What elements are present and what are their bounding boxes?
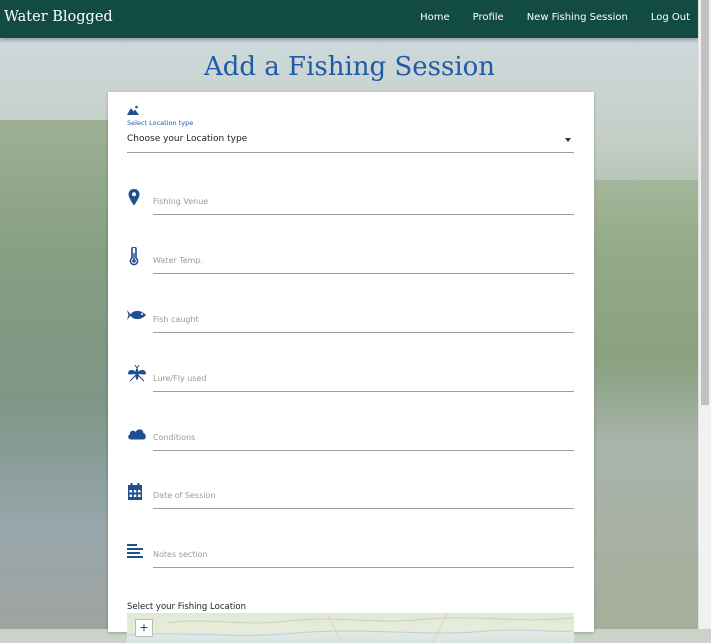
fishing-venue-input[interactable]: Fishing Venue xyxy=(153,197,574,215)
conditions-field: Conditions xyxy=(127,424,574,454)
navbar: Water Blogged Home Profile New Fishing S… xyxy=(0,0,699,38)
landscape-icon xyxy=(127,105,139,115)
nav-links: Home Profile New Fishing Session Log Out xyxy=(397,12,690,23)
map-label: Select your Fishing Location xyxy=(127,602,246,612)
fly-icon xyxy=(128,365,146,382)
calendar-icon xyxy=(128,483,142,500)
fish-caught-placeholder: Fish caught xyxy=(153,315,199,324)
brand-logo[interactable]: Water Blogged xyxy=(4,9,113,25)
date-of-session-placeholder: Date of Session xyxy=(153,491,216,500)
notes-input[interactable]: Notes section xyxy=(153,550,574,568)
location-type-label: Select Location type xyxy=(127,119,194,127)
water-temp-input[interactable]: Water Temp. xyxy=(153,256,574,274)
cloud-icon xyxy=(128,429,146,440)
fishing-venue-field: Fishing Venue xyxy=(127,188,574,218)
water-temp-field: Water Temp. xyxy=(127,247,574,277)
page-title: Add a Fishing Session xyxy=(203,52,496,82)
lure-fly-field: Lure/Fly used xyxy=(127,365,574,395)
fishing-venue-placeholder: Fishing Venue xyxy=(153,197,209,206)
fish-caught-input[interactable]: Fish caught xyxy=(153,315,574,333)
conditions-placeholder: Conditions xyxy=(153,433,196,442)
fish-caught-field: Fish caught xyxy=(127,306,574,336)
fish-icon xyxy=(127,310,146,320)
page-scrollbar[interactable] xyxy=(698,0,711,629)
notes-field: Notes section xyxy=(127,541,574,571)
nav-link-home[interactable]: Home xyxy=(420,12,450,23)
water-temp-placeholder: Water Temp. xyxy=(153,256,204,265)
location-pin-icon xyxy=(128,189,140,206)
fishing-session-form: Select Location type Choose your Locatio… xyxy=(108,92,594,643)
lure-fly-input[interactable]: Lure/Fly used xyxy=(153,374,574,392)
background-trees-left xyxy=(0,120,110,629)
conditions-input[interactable]: Conditions xyxy=(153,433,574,451)
scrollbar-thumb[interactable] xyxy=(701,0,709,405)
notes-icon xyxy=(127,544,143,558)
location-type-value: Choose your Location type xyxy=(127,134,248,144)
notes-placeholder: Notes section xyxy=(153,550,208,559)
dropdown-caret-icon xyxy=(565,138,571,142)
date-of-session-input[interactable]: Date of Session xyxy=(153,491,574,509)
thermometer-icon xyxy=(129,247,139,266)
nav-link-new-fishing-session[interactable]: New Fishing Session xyxy=(527,12,628,23)
map-terrain xyxy=(127,613,574,643)
nav-link-log-out[interactable]: Log Out xyxy=(651,12,690,23)
map-zoom-in-button[interactable]: + xyxy=(135,619,153,637)
fishing-location-map[interactable]: + xyxy=(127,613,574,643)
date-of-session-field: Date of Session xyxy=(127,482,574,512)
background-trees-right xyxy=(595,180,700,629)
nav-link-profile[interactable]: Profile xyxy=(473,12,504,23)
lure-fly-placeholder: Lure/Fly used xyxy=(153,374,207,383)
location-type-select[interactable]: Choose your Location type xyxy=(127,134,574,153)
